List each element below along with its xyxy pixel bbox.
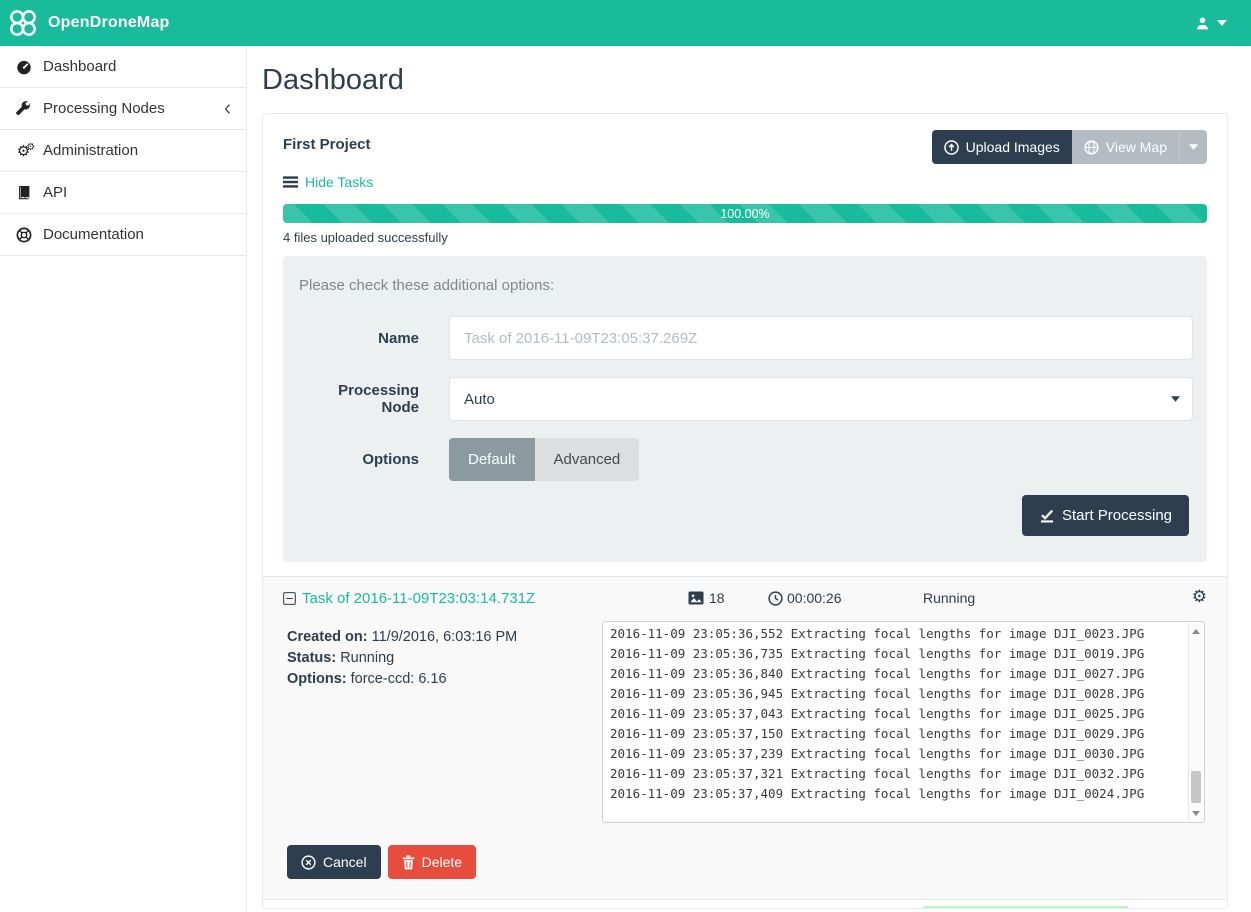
- image-count: 18: [709, 590, 725, 606]
- task-console-output[interactable]: 2016-11-09 23:05:36,552 Extracting focal…: [602, 621, 1205, 823]
- progress-percent: 100.00%: [720, 207, 769, 221]
- user-icon: [1195, 16, 1210, 31]
- globe-icon: [1084, 140, 1099, 155]
- view-map-button[interactable]: View Map: [1072, 130, 1179, 164]
- sidebar-item-api[interactable]: API: [0, 172, 246, 214]
- life-ring-icon: [15, 227, 33, 243]
- chevron-left-icon: [224, 103, 231, 115]
- upload-images-button[interactable]: Upload Images: [932, 130, 1072, 164]
- task-name-input[interactable]: [449, 316, 1193, 360]
- processing-node-select[interactable]: Auto: [449, 377, 1193, 421]
- odm-logo-icon: [8, 8, 38, 38]
- cancel-circle-icon: [301, 855, 316, 870]
- task-title: Task of 2016-11-09T23:03:14.731Z: [302, 590, 535, 607]
- brand-link[interactable]: OpenDroneMap: [8, 8, 170, 38]
- options-label: Options: [297, 451, 449, 468]
- sidebar-item-label: Dashboard: [43, 58, 231, 75]
- user-menu[interactable]: [1185, 12, 1237, 35]
- view-map-dropdown-toggle[interactable]: [1179, 130, 1207, 164]
- caret-down-icon: [1189, 144, 1198, 150]
- task-details-text: Created on: 11/9/2016, 6:03:16 PM Status…: [287, 621, 602, 823]
- options-advanced-button[interactable]: Advanced: [535, 438, 640, 481]
- select-caret-icon: [1171, 396, 1180, 402]
- task-block: Task of 2016-11-09T20:03:12.072Z 2: [263, 899, 1227, 909]
- processing-node-label: Processing Node: [297, 382, 449, 416]
- new-task-options-panel: Please check these additional options: N…: [283, 256, 1207, 562]
- page-title: Dashboard: [262, 64, 1228, 97]
- sidebar-item-dashboard[interactable]: Dashboard: [0, 46, 246, 88]
- sidebar: Dashboard Processing Nodes ⚙⚙ Administra…: [0, 46, 247, 912]
- task-list-icon: [283, 176, 298, 188]
- brand-title: OpenDroneMap: [48, 14, 170, 32]
- check-tray-icon: [1039, 509, 1055, 523]
- project-panel: First Project Upload Images: [262, 113, 1228, 909]
- caret-down-icon: [1217, 20, 1227, 26]
- scroll-down-arrow[interactable]: [1189, 806, 1203, 820]
- console-scrollbar[interactable]: [1188, 623, 1203, 821]
- wrench-icon: [15, 101, 33, 117]
- start-processing-button[interactable]: Start Processing: [1022, 495, 1189, 536]
- images-icon: [688, 591, 704, 605]
- project-actions: Upload Images View Map: [932, 130, 1207, 164]
- sidebar-item-processing-nodes[interactable]: Processing Nodes: [0, 88, 246, 130]
- task-expand-link[interactable]: Task of 2016-11-09T23:03:14.731Z: [283, 590, 535, 607]
- upload-status-text: 4 files uploaded successfully: [283, 230, 1207, 245]
- options-default-button[interactable]: Default: [449, 438, 535, 481]
- project-title: First Project: [283, 130, 371, 153]
- options-prompt: Please check these additional options:: [297, 277, 1193, 294]
- status-badge: Completed: [923, 906, 1128, 910]
- name-label: Name: [297, 330, 449, 347]
- clock-icon: [768, 591, 783, 606]
- sidebar-item-documentation[interactable]: Documentation: [0, 214, 246, 256]
- scrollbar-thumb[interactable]: [1191, 771, 1201, 803]
- book-icon: [15, 185, 33, 200]
- cancel-task-button[interactable]: Cancel: [287, 845, 381, 879]
- sidebar-item-label: API: [43, 184, 231, 201]
- sidebar-item-label: Documentation: [43, 226, 231, 243]
- task-time: 00:00:26: [787, 590, 842, 606]
- sidebar-item-label: Processing Nodes: [43, 100, 214, 117]
- delete-task-button[interactable]: Delete: [388, 845, 476, 879]
- minus-square-icon: [283, 592, 296, 605]
- upload-icon: [944, 140, 959, 155]
- trash-icon: [402, 855, 415, 870]
- task-block: Task of 2016-11-09T23:03:14.731Z 18: [263, 576, 1227, 899]
- main-content: Dashboard First Project Upload Images: [247, 46, 1251, 912]
- upload-progress-bar: 100.00%: [283, 204, 1207, 223]
- sidebar-item-label: Administration: [43, 142, 231, 159]
- scroll-up-arrow[interactable]: [1189, 624, 1203, 638]
- hide-tasks-link[interactable]: Hide Tasks: [283, 174, 373, 190]
- sidebar-item-administration[interactable]: ⚙⚙ Administration: [0, 130, 246, 172]
- top-navbar: OpenDroneMap: [0, 0, 1251, 46]
- dashboard-icon: [15, 59, 33, 75]
- gears-icon: ⚙⚙: [15, 142, 33, 160]
- task-status: Running: [923, 590, 1179, 606]
- task-settings-gear-icon[interactable]: ⚙: [1192, 587, 1207, 607]
